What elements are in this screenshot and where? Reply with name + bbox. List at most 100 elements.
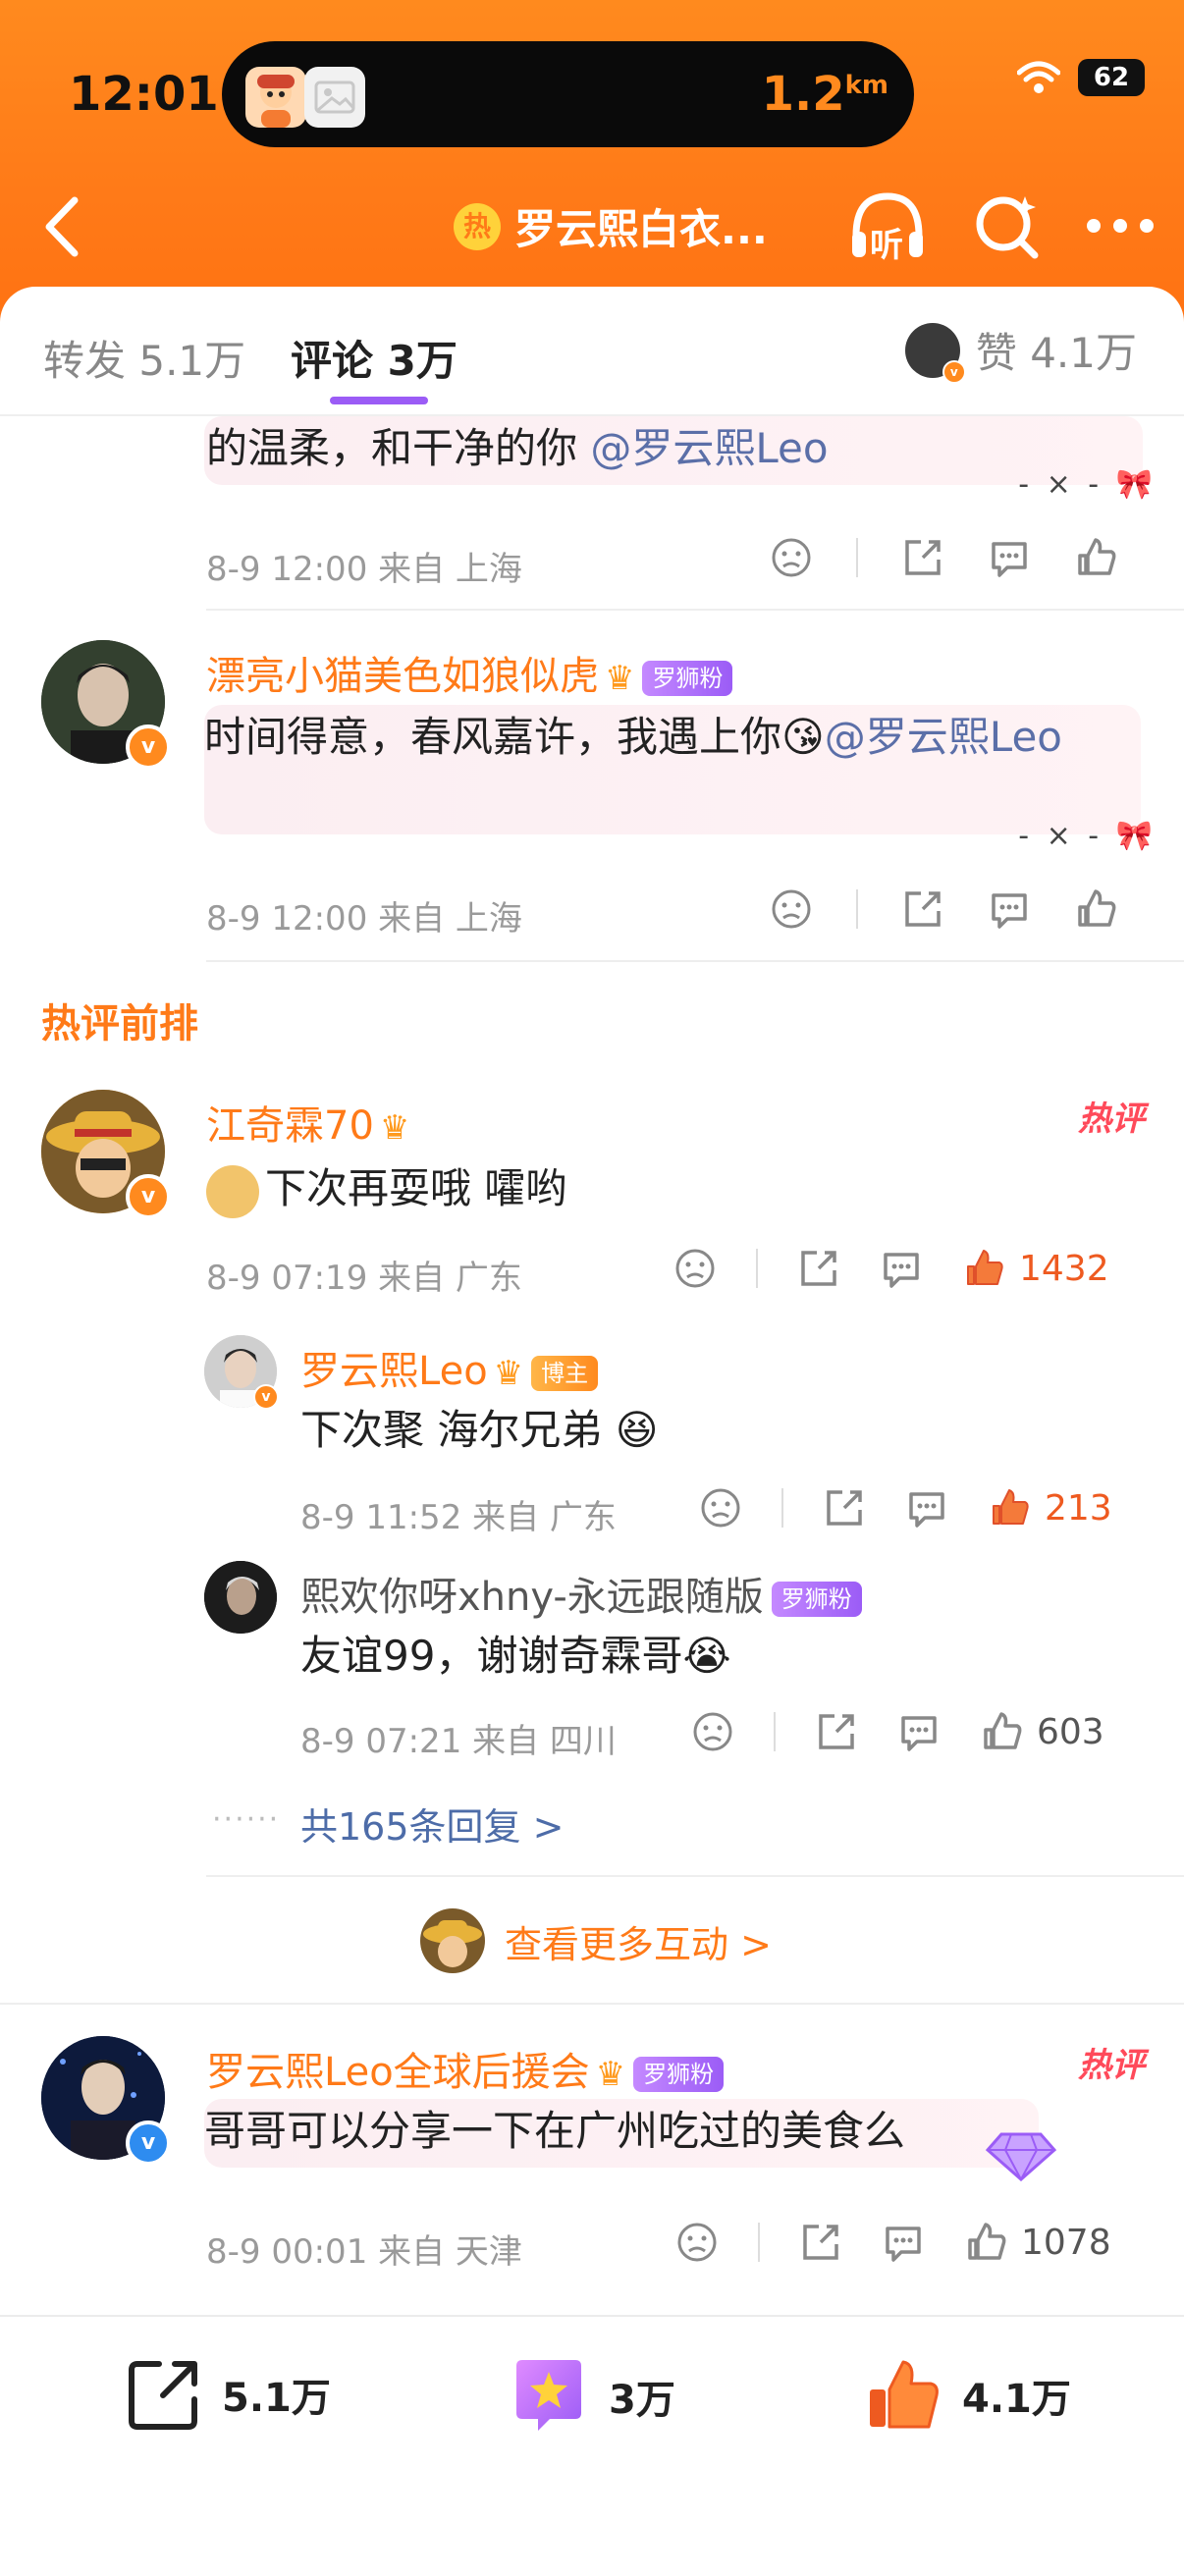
mention-link[interactable]: @罗云熙Leo: [590, 424, 828, 472]
crown-icon: ♛: [605, 659, 635, 698]
tab-likes-label: 赞 4.1万: [975, 329, 1137, 377]
like-button[interactable]: 4.1万: [864, 2356, 1071, 2435]
username[interactable]: 罗云熙Leo全球后援会 ♛ 罗狮粉: [206, 2040, 725, 2097]
dislike-face-icon[interactable]: [673, 1247, 717, 1290]
repost-button[interactable]: 5.1万: [126, 2356, 331, 2433]
like-button[interactable]: 213: [988, 1486, 1112, 1530]
dislike-face-icon[interactable]: [675, 2221, 719, 2264]
like-button[interactable]: 603: [980, 1710, 1104, 1753]
divider: [206, 960, 1184, 962]
comment-actions: [770, 887, 1117, 931]
share-icon[interactable]: [901, 887, 944, 931]
comment-text: 的温柔，和干净的你 @罗云熙Leo: [204, 416, 1143, 485]
hot-comment-tag: 热评: [1078, 2046, 1145, 2085]
share-icon: [129, 2361, 197, 2430]
see-more-label: 查看更多互动 >: [505, 1922, 772, 1966]
wifi-icon: [1017, 61, 1060, 93]
chevron-left-icon: [45, 196, 79, 257]
reply-icon[interactable]: [897, 1710, 941, 1753]
share-icon[interactable]: [797, 1247, 840, 1290]
like-icon: [984, 1712, 1022, 1749]
comment-text: 下次再耍哦 嚯哟: [206, 1156, 566, 1221]
comment-meta: 8-9 07:19 来自 广东: [206, 1259, 522, 1298]
share-icon[interactable]: [815, 1710, 858, 1753]
like-filled-icon: [993, 1489, 1029, 1525]
divider: [206, 609, 1184, 611]
reply-icon[interactable]: [880, 1247, 923, 1290]
nav-bar: 热 罗云熙白衣... 听: [0, 177, 1184, 275]
reply-meta: 8-9 07:21 来自 四川: [300, 1722, 617, 1761]
comment-actions: 1432: [673, 1247, 1109, 1290]
bottom-action-bar: 5.1万 3万 4.1万: [0, 2315, 1184, 2576]
author-badge: 博主: [531, 1356, 599, 1391]
verified-badge-icon: v: [126, 2120, 171, 2166]
see-more-interactions[interactable]: 查看更多互动 >: [420, 1908, 772, 1973]
reply-meta: 8-9 11:52 来自 广东: [300, 1498, 617, 1537]
fan-badge: 罗狮粉: [642, 661, 733, 696]
divider: [206, 1875, 1184, 1877]
tab-likes[interactable]: v 赞 4.1万: [904, 320, 1137, 384]
avatar: [420, 1908, 485, 1973]
dislike-face-icon[interactable]: [770, 536, 813, 579]
battery-indicator: 62: [1078, 59, 1145, 96]
divider: [756, 1249, 758, 1288]
like-button[interactable]: 1078: [964, 2221, 1111, 2264]
more-replies-link[interactable]: 共165条回复 >: [300, 1797, 564, 1851]
divider: [856, 889, 858, 929]
like-icon[interactable]: [1074, 536, 1117, 579]
back-button[interactable]: [35, 192, 94, 261]
fan-badge: 罗狮粉: [633, 2057, 725, 2092]
hot-comment-tag: 热评: [1078, 1100, 1145, 1139]
username[interactable]: 熙欢你呀xhny-永远跟随版 罗狮粉: [300, 1565, 862, 1622]
thumbs-up-icon: [870, 2360, 939, 2429]
share-icon[interactable]: [823, 1486, 866, 1530]
like-button[interactable]: 1432: [962, 1247, 1109, 1290]
reply-text: 友谊99，谢谢奇霖哥😭: [300, 1632, 731, 1680]
dislike-face-icon[interactable]: [699, 1486, 742, 1530]
reply-icon[interactable]: [882, 2221, 925, 2264]
like-count: 1432: [1019, 1248, 1109, 1289]
bow-decoration-icon: - × - 🎀: [1018, 467, 1157, 502]
username[interactable]: 罗云熙Leo ♛ 博主: [300, 1339, 599, 1396]
reply-icon[interactable]: [905, 1486, 948, 1530]
tab-repost[interactable]: 转发 5.1万: [43, 328, 245, 388]
username[interactable]: 江奇霖70 ♛: [206, 1094, 409, 1151]
reply-icon[interactable]: [988, 887, 1031, 931]
like-count: 4.1万: [962, 2377, 1071, 2422]
tab-active-indicator: [330, 397, 428, 404]
comment-actions: 1078: [675, 2221, 1111, 2264]
dislike-face-icon[interactable]: [770, 887, 813, 931]
reply-actions: 603: [691, 1710, 1104, 1753]
like-count: 213: [1045, 1487, 1112, 1529]
search-sparkle-icon[interactable]: [972, 190, 1043, 261]
hot-topic-icon: 热: [454, 202, 501, 250]
comment-meta: 8-9 00:01 来自 天津: [206, 2232, 522, 2272]
listen-label: 听: [870, 226, 903, 265]
more-icon[interactable]: [1086, 216, 1155, 236]
repost-count: 5.1万: [222, 2376, 331, 2421]
status-icons: 62: [1017, 59, 1145, 96]
island-image-icon: [304, 67, 365, 128]
comment-actions: [770, 536, 1117, 579]
like-filled-icon: [967, 1250, 1003, 1285]
verified-badge-icon: v: [126, 724, 171, 770]
dynamic-island[interactable]: 1.2km: [222, 41, 914, 147]
listen-button[interactable]: 听: [846, 187, 929, 265]
mention-link[interactable]: @罗云熙Leo: [825, 713, 1062, 761]
comment-button[interactable]: 3万: [509, 2356, 675, 2437]
avatar[interactable]: [204, 1561, 277, 1634]
comment-meta: 8-9 12:00 来自 上海: [206, 899, 522, 939]
share-icon[interactable]: [799, 2221, 842, 2264]
divider: [758, 2223, 760, 2262]
nav-title[interactable]: 热 罗云熙白衣...: [454, 196, 768, 256]
like-icon[interactable]: [1074, 887, 1117, 931]
dislike-face-icon[interactable]: [691, 1710, 734, 1753]
reply-icon[interactable]: [988, 536, 1031, 579]
star-comment-icon: [516, 2360, 581, 2431]
username[interactable]: 漂亮小猫美色如狼似虎 ♛ 罗狮粉: [206, 644, 733, 701]
comment-text: 时间得意，春风嘉许，我遇上你😘@罗云熙Leo: [204, 705, 1141, 834]
diamond-decoration-icon: [985, 2132, 1057, 2182]
divider: [0, 2003, 1184, 2005]
share-icon[interactable]: [901, 536, 944, 579]
tab-comments[interactable]: 评论 3万: [291, 328, 457, 388]
